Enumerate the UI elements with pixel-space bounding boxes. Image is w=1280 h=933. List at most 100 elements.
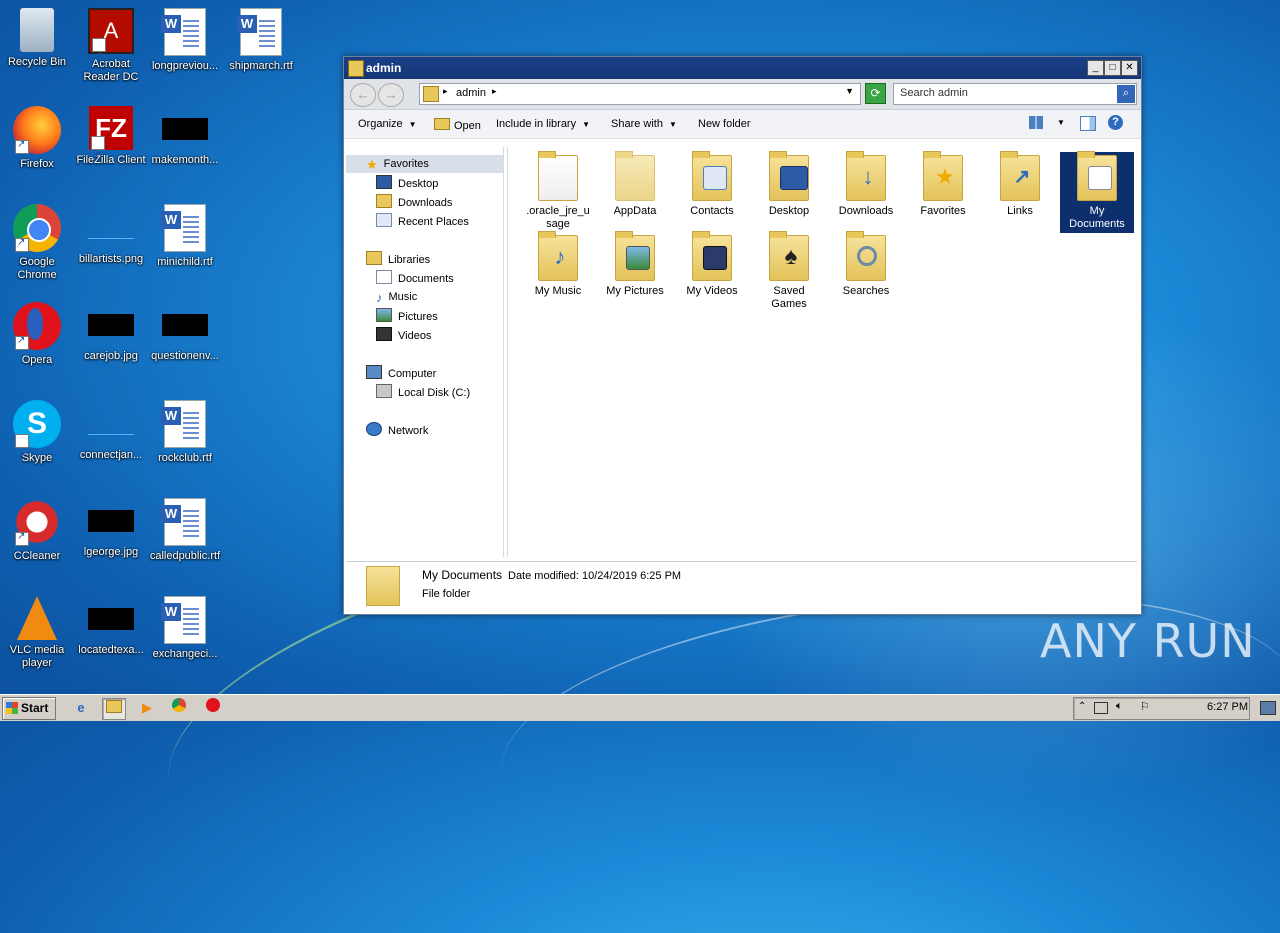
nav-documents[interactable]: Documents xyxy=(376,270,454,287)
desktop-file-shipmarch[interactable]: W shipmarch.rtf xyxy=(224,8,298,73)
navigation-pane: ★ Favorites Desktop Downloads Recent Plac… xyxy=(346,147,504,557)
taskbar-chrome-icon[interactable] xyxy=(168,698,190,718)
search-icon[interactable]: ⌕ xyxy=(1117,85,1135,103)
change-view-icon[interactable] xyxy=(1029,116,1043,129)
desktop-file-carejob[interactable]: carejob.jpg xyxy=(74,302,148,363)
image-file-icon xyxy=(162,118,208,140)
folder-favorites[interactable]: ★ Favorites xyxy=(906,151,980,218)
desktop-icon-filezilla[interactable]: FZ FileZilla Client xyxy=(74,106,148,178)
folder-links[interactable]: ↗ Links xyxy=(983,151,1057,218)
nav-desktop[interactable]: Desktop xyxy=(376,175,438,192)
links-folder-icon: ↗ xyxy=(1000,151,1040,201)
details-pane: My Documents Date modified: 10/24/2019 6… xyxy=(346,561,1137,612)
desktop-file-locatedtexa[interactable]: locatedtexa... xyxy=(74,596,148,657)
folder-downloads[interactable]: ↓ Downloads xyxy=(829,151,903,218)
folder-desktop[interactable]: Desktop xyxy=(752,151,826,218)
folder-my-pictures[interactable]: My Pictures xyxy=(598,231,672,298)
open-button[interactable]: Open xyxy=(434,118,481,132)
taskbar-ie-icon[interactable]: e xyxy=(70,698,92,718)
word-doc-icon: W xyxy=(161,8,206,56)
address-bar[interactable]: ▸ admin ▸ ▼ xyxy=(419,83,861,105)
show-hidden-icons-icon[interactable]: ⌃ xyxy=(1078,701,1086,712)
folder-my-documents[interactable]: My Documents xyxy=(1060,151,1134,233)
chevron-right-icon[interactable]: ▸ xyxy=(492,86,497,97)
network-tray-icon[interactable] xyxy=(1094,702,1108,714)
minimize-button[interactable]: _ xyxy=(1087,60,1104,76)
forward-button[interactable]: → xyxy=(378,83,404,107)
pictures-icon xyxy=(376,308,392,322)
refresh-button[interactable]: ⟳ xyxy=(865,83,886,104)
action-center-flag-icon[interactable]: ⚐ xyxy=(1140,700,1150,713)
organize-button[interactable]: Organize ▼ xyxy=(358,118,417,130)
desktop-file-calledpublic[interactable]: W calledpublic.rtf xyxy=(148,498,222,563)
taskbar-media-player-icon[interactable]: ▶ xyxy=(136,698,158,718)
nav-videos[interactable]: Videos xyxy=(376,327,431,344)
preview-pane-icon[interactable] xyxy=(1080,116,1096,131)
back-button[interactable]: ← xyxy=(350,83,376,107)
nav-computer[interactable]: Computer xyxy=(366,365,436,382)
desktop-file-connectjan[interactable]: connectjan... xyxy=(74,400,148,462)
clock[interactable]: 6:27 PM xyxy=(1207,701,1248,713)
chevron-down-icon[interactable]: ▼ xyxy=(845,86,854,96)
word-doc-icon: W xyxy=(161,400,206,448)
desktop-file-rockclub[interactable]: W rockclub.rtf xyxy=(148,400,222,465)
word-doc-icon: W xyxy=(161,498,206,546)
nav-favorites[interactable]: ★ Favorites xyxy=(366,156,429,173)
help-icon[interactable]: ? xyxy=(1108,115,1123,130)
nav-network[interactable]: Network xyxy=(366,422,428,439)
nav-local-disk[interactable]: Local Disk (C:) xyxy=(376,384,470,401)
folder-icon xyxy=(538,151,578,201)
nav-libraries[interactable]: Libraries xyxy=(366,251,430,268)
taskbar-opera-icon[interactable] xyxy=(202,698,224,718)
desktop-icon-recycle-bin[interactable]: Recycle Bin xyxy=(0,8,74,69)
taskbar-explorer-icon[interactable] xyxy=(102,698,126,720)
explorer-window[interactable]: admin _ □ ✕ ← → ▸ admin ▸ ▼ ⟳ Search adm… xyxy=(343,56,1142,615)
desktop-icon-chrome[interactable]: Google Chrome xyxy=(0,204,74,282)
nav-pictures[interactable]: Pictures xyxy=(376,308,438,325)
chevron-right-icon[interactable]: ▸ xyxy=(443,86,448,97)
filezilla-icon: FZ xyxy=(89,106,133,178)
include-in-library-button[interactable]: Include in library ▼ xyxy=(496,118,590,130)
desktop-icon-ccleaner[interactable]: CCleaner xyxy=(0,498,74,563)
search-input[interactable]: Search admin xyxy=(900,87,968,99)
desktop-file-longpreviou[interactable]: W longpreviou... xyxy=(148,8,222,73)
share-with-button[interactable]: Share with ▼ xyxy=(611,118,677,130)
volume-icon[interactable]: 🔈︎ xyxy=(1116,700,1123,713)
desktop-icon-vlc[interactable]: VLC media player xyxy=(0,596,74,670)
folder-my-music[interactable]: ♪ My Music xyxy=(521,231,595,298)
new-folder-button[interactable]: New folder xyxy=(698,118,751,130)
desktop-file-lgeorge[interactable]: lgeorge.jpg xyxy=(74,498,148,559)
folder-oracle-jre-usage[interactable]: .oracle_jre_usage xyxy=(521,151,595,231)
desktop-icon-skype[interactable]: S Skype xyxy=(0,400,74,480)
desktop-file-makemonth[interactable]: makemonth... xyxy=(148,106,222,167)
title-bar[interactable]: admin _ □ ✕ xyxy=(344,57,1141,79)
desktop-icon-firefox[interactable]: Firefox xyxy=(0,106,74,171)
recycle-bin-icon xyxy=(20,8,54,52)
documents-icon xyxy=(376,270,392,284)
desktop-icon-opera[interactable]: Opera xyxy=(0,302,74,367)
folder-my-videos[interactable]: My Videos xyxy=(675,231,749,298)
close-button[interactable]: ✕ xyxy=(1121,60,1138,76)
desktop-file-exchangeci[interactable]: W exchangeci... xyxy=(148,596,222,661)
details-type: File folder xyxy=(422,588,471,600)
desktop-file-questionenv[interactable]: questionenv... xyxy=(148,302,222,363)
folder-saved-games[interactable]: ♠ Saved Games xyxy=(752,231,826,311)
file-list[interactable]: .oracle_jre_usage AppData Contacts Deskt… xyxy=(507,147,1138,557)
maximize-button[interactable]: □ xyxy=(1104,60,1121,76)
view-options-chevron-icon[interactable]: ▼ xyxy=(1057,118,1065,127)
show-desktop-button[interactable] xyxy=(1260,701,1276,715)
desktop-file-billartists[interactable]: billartists.png xyxy=(74,204,148,266)
nav-downloads[interactable]: Downloads xyxy=(376,194,452,211)
desktop-file-minichild[interactable]: W minichild.rtf xyxy=(148,204,222,269)
folder-appdata[interactable]: AppData xyxy=(598,151,672,218)
folder-contacts[interactable]: Contacts xyxy=(675,151,749,218)
folder-searches[interactable]: Searches xyxy=(829,231,903,298)
start-button[interactable]: Start xyxy=(2,697,56,720)
nav-music[interactable]: ♪ Music xyxy=(376,289,417,306)
desktop-icon-acrobat[interactable]: A Acrobat Reader DC xyxy=(74,8,148,84)
videos-icon xyxy=(376,327,392,341)
ccleaner-icon xyxy=(13,498,61,546)
search-box[interactable]: Search admin ⌕ xyxy=(893,83,1137,105)
nav-recent-places[interactable]: Recent Places xyxy=(376,213,469,230)
breadcrumb-admin[interactable]: admin xyxy=(456,87,486,99)
